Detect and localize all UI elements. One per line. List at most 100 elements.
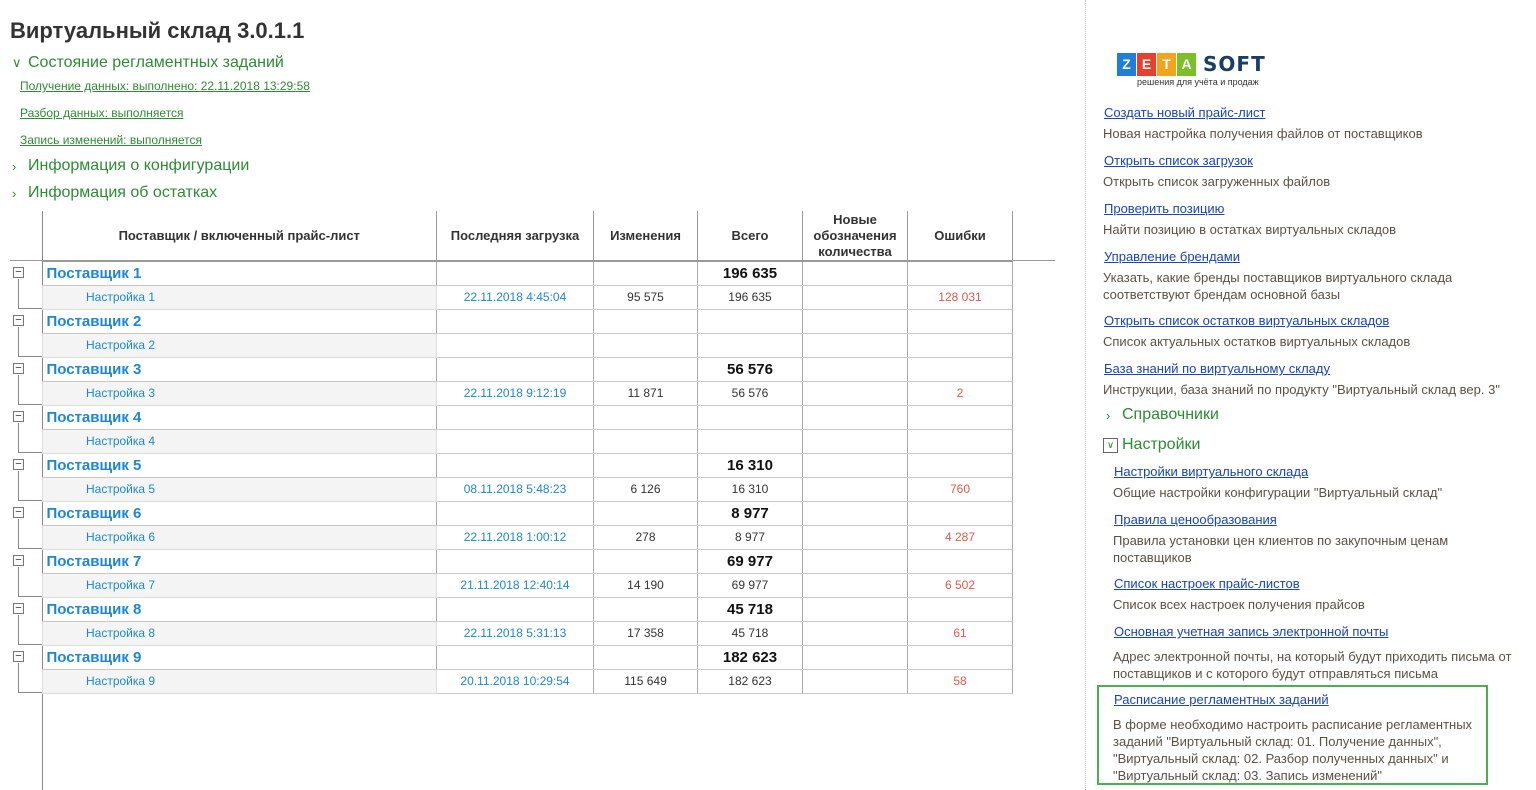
supplier-total (697, 405, 803, 430)
price-list-errors (907, 429, 1013, 454)
config-group-label: Информация о конфигурации (28, 157, 250, 174)
price-list-row[interactable]: Настройка 8 22.11.2018 5:31:13 17 358 45 71… (42, 620, 1013, 646)
supplier-last-load (436, 405, 594, 430)
price-list-new-quantity (802, 429, 908, 454)
collapse-toggle-icon[interactable]: − (13, 651, 24, 662)
collapse-toggle-icon[interactable]: − (13, 315, 24, 326)
price-list-name[interactable]: Настройка 1 (42, 284, 437, 310)
catalogs-group-toggle[interactable]: › Справочники (1106, 406, 1219, 424)
collapse-toggle-icon[interactable]: − (13, 459, 24, 470)
settings-group-label: Настройки (1122, 436, 1201, 453)
supplier-row[interactable]: Поставщик 3 56 576 (42, 357, 1013, 382)
price-list-name[interactable]: Настройка 4 (42, 428, 437, 454)
supplier-errors (907, 645, 1013, 670)
price-list-errors: 2 (907, 381, 1013, 406)
col-header-errors[interactable]: Ошибки (907, 211, 1013, 262)
supplier-name[interactable]: Поставщик 4 (42, 405, 437, 430)
price-list-row[interactable]: Настройка 9 20.11.2018 10:29:54 115 649 182… (42, 668, 1013, 694)
supplier-new-quantity (802, 309, 908, 334)
supplier-name[interactable]: Поставщик 2 (42, 309, 437, 334)
price-list-name[interactable]: Настройка 6 (42, 524, 437, 550)
price-list-name[interactable]: Настройка 8 (42, 620, 437, 646)
warehouse-settings-link[interactable]: Настройки виртуального склада (1114, 464, 1308, 479)
status-group-toggle[interactable]: ∨ Состояние регламентных заданий (12, 54, 284, 72)
price-list-last-load: 08.11.2018 5:48:23 (436, 477, 594, 502)
pricing-rules-link[interactable]: Правила ценообразования (1114, 512, 1277, 527)
supplier-row[interactable]: Поставщик 6 8 977 (42, 501, 1013, 526)
status-link-parse[interactable]: Разбор данных: выполняется (20, 106, 183, 120)
col-header-total[interactable]: Всего (697, 211, 803, 262)
supplier-new-quantity (802, 453, 908, 478)
status-group-label: Состояние регламентных заданий (28, 54, 284, 71)
price-list-row[interactable]: Настройка 6 22.11.2018 1:00:12 278 8 977 4 2… (42, 524, 1013, 550)
supplier-changes (593, 549, 698, 574)
col-header-new-quantity[interactable]: Новые обозначения количества (802, 211, 908, 262)
col-header-changes[interactable]: Изменения (593, 211, 698, 262)
supplier-name[interactable]: Поставщик 5 (42, 453, 437, 478)
knowledge-base-link[interactable]: База знаний по виртуальному складу (1104, 361, 1330, 376)
stock-group-toggle[interactable]: › Информация об остатках (12, 184, 217, 202)
tree-connector (18, 519, 19, 549)
supplier-total: 16 310 (697, 453, 803, 478)
collapse-toggle-icon[interactable]: − (13, 603, 24, 614)
logo-tagline: решения для учёта и продаж (1137, 77, 1259, 87)
price-list-name[interactable]: Настройка 7 (42, 572, 437, 598)
config-group-toggle[interactable]: › Информация о конфигурации (12, 157, 249, 175)
catalogs-group-label: Справочники (1122, 406, 1219, 423)
price-list-row[interactable]: Настройка 2 (42, 332, 1013, 358)
price-list-errors: 4 287 (907, 525, 1013, 550)
supplier-name[interactable]: Поставщик 1 (42, 261, 437, 286)
supplier-row[interactable]: Поставщик 5 16 310 (42, 453, 1013, 478)
price-list-total (697, 429, 803, 454)
col-header-supplier[interactable]: Поставщик / включенный прайс-лист (42, 211, 437, 262)
supplier-new-quantity (802, 357, 908, 382)
status-link-receive[interactable]: Получение данных: выполнено: 22.11.2018 … (20, 79, 310, 93)
price-list-name[interactable]: Настройка 2 (42, 332, 437, 358)
col-header-last-load[interactable]: Последняя загрузка (436, 211, 594, 262)
open-stock-list-link[interactable]: Открыть список остатков виртуальных скла… (1104, 313, 1389, 328)
price-list-row[interactable]: Настройка 5 08.11.2018 5:48:23 6 126 16 310… (42, 476, 1013, 502)
price-list-name[interactable]: Настройка 9 (42, 668, 437, 694)
open-downloads-link[interactable]: Открыть список загрузок (1104, 153, 1253, 168)
supplier-row[interactable]: Поставщик 2 (42, 309, 1013, 334)
check-position-link[interactable]: Проверить позицию (1104, 201, 1224, 216)
supplier-name[interactable]: Поставщик 9 (42, 645, 437, 670)
schedule-link[interactable]: Расписание регламентных заданий (1114, 692, 1329, 707)
supplier-name[interactable]: Поставщик 8 (42, 597, 437, 622)
price-list-errors: 6 502 (907, 573, 1013, 598)
supplier-row[interactable]: Поставщик 7 69 977 (42, 549, 1013, 574)
tree-connector (18, 375, 19, 405)
price-list-row[interactable]: Настройка 3 22.11.2018 9:12:19 11 871 56 57… (42, 380, 1013, 406)
email-account-link[interactable]: Основная учетная запись электронной почт… (1114, 624, 1388, 639)
price-list-row[interactable]: Настройка 4 (42, 428, 1013, 454)
price-list-row[interactable]: Настройка 7 21.11.2018 12:40:14 14 190 69 9… (42, 572, 1013, 598)
tree-connector (18, 423, 19, 453)
price-list-row[interactable]: Настройка 1 22.11.2018 4:45:04 95 575 196 6… (42, 284, 1013, 310)
collapse-toggle-icon[interactable]: − (13, 411, 24, 422)
price-list-name[interactable]: Настройка 3 (42, 380, 437, 406)
supplier-name[interactable]: Поставщик 3 (42, 357, 437, 382)
supplier-row[interactable]: Поставщик 4 (42, 405, 1013, 430)
collapse-toggle-icon[interactable]: − (13, 555, 24, 566)
supplier-row[interactable]: Поставщик 1 196 635 (42, 261, 1013, 286)
supplier-errors (907, 405, 1013, 430)
supplier-row[interactable]: Поставщик 9 182 623 (42, 645, 1013, 670)
price-list-changes (593, 429, 698, 454)
status-link-write[interactable]: Запись изменений: выполняется (20, 133, 202, 147)
price-list-new-quantity (802, 621, 908, 646)
price-list-changes: 115 649 (593, 669, 698, 694)
settings-group-toggle[interactable]: ∨ Настройки (1103, 436, 1200, 454)
supplier-row[interactable]: Поставщик 8 45 718 (42, 597, 1013, 622)
manage-brands-link[interactable]: Управление брендами (1104, 249, 1240, 264)
collapse-toggle-icon[interactable]: − (13, 507, 24, 518)
supplier-total: 8 977 (697, 501, 803, 526)
price-list-name[interactable]: Настройка 5 (42, 476, 437, 502)
collapse-toggle-icon[interactable]: − (13, 267, 24, 278)
price-list-settings-link[interactable]: Список настроек прайс-листов (1114, 576, 1300, 591)
create-price-list-link[interactable]: Создать новый прайс-лист (1104, 105, 1265, 120)
tree-connector (18, 500, 42, 501)
price-list-new-quantity (802, 573, 908, 598)
collapse-toggle-icon[interactable]: − (13, 363, 24, 374)
supplier-name[interactable]: Поставщик 6 (42, 501, 437, 526)
supplier-name[interactable]: Поставщик 7 (42, 549, 437, 574)
